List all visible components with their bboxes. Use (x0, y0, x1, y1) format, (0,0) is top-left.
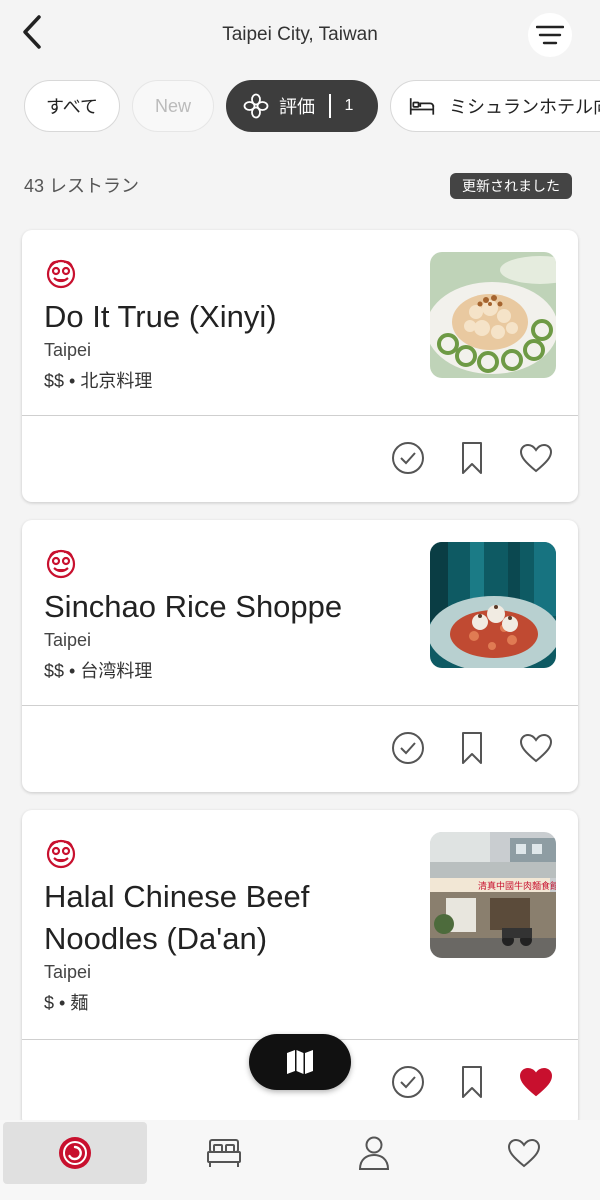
restaurant-price-cuisine: $$ • 台湾料理 (44, 661, 153, 681)
nav-profile[interactable] (302, 1122, 446, 1184)
michelin-bib-icon (46, 549, 76, 579)
heart-filled-icon (519, 1067, 553, 1097)
card-body[interactable]: Sinchao Rice Shoppe Taipei $$ • 台湾料理 (22, 520, 578, 706)
svg-text:清真中國牛肉麵食館: 清真中國牛肉麵食館 (478, 880, 556, 892)
restaurant-photo[interactable] (430, 252, 556, 378)
bookmark-button[interactable] (452, 1062, 492, 1102)
bottom-nav (0, 1120, 600, 1200)
bookmark-icon (462, 442, 482, 474)
map-icon (287, 1050, 313, 1074)
nav-hotels[interactable] (152, 1122, 296, 1184)
restaurant-name: Halal Chinese Beef Noodles (Da'an) (44, 879, 310, 956)
michelin-flower-icon (243, 93, 269, 119)
chip-separator (329, 94, 331, 118)
check-circle-icon (392, 732, 424, 764)
restaurant-price-cuisine: $ • 麺 (44, 993, 89, 1013)
card-body[interactable]: Halal Chinese Beef Noodles (Da'an) Taipe… (22, 810, 578, 1040)
michelin-bib-icon (46, 259, 76, 289)
restaurant-city: Taipei (44, 340, 92, 360)
profile-icon (358, 1136, 390, 1170)
chip-all[interactable]: すべて (24, 80, 120, 132)
restaurant-card[interactable]: Sinchao Rice Shoppe Taipei $$ • 台湾料理 (22, 520, 578, 792)
check-circle-icon (392, 1066, 424, 1098)
bookmark-button[interactable] (452, 438, 492, 478)
restaurant-city: Taipei (44, 962, 92, 982)
restaurant-city: Taipei (44, 630, 92, 650)
card-actions (22, 706, 578, 790)
bookmark-icon (462, 1066, 482, 1098)
michelin-bib-icon (46, 839, 76, 869)
card-actions (22, 416, 578, 500)
card-body[interactable]: Do It True (Xinyi) Taipei $$ • 北京料理 (22, 230, 578, 416)
restaurant-name: Do It True (Xinyi) (44, 299, 277, 334)
restaurant-name: Sinchao Rice Shoppe (44, 589, 343, 624)
check-circle-icon (392, 442, 424, 474)
restaurant-photo[interactable] (430, 542, 556, 668)
chip-rating-label: 評価 (279, 97, 315, 117)
favorite-button[interactable] (516, 438, 556, 478)
favorite-button[interactable] (516, 1062, 556, 1102)
chip-rating-count: 1 (344, 97, 354, 114)
visited-button[interactable] (388, 728, 428, 768)
nav-explore[interactable] (3, 1122, 147, 1184)
chip-hotels-label: ミシュランホテル向 (449, 97, 600, 117)
restaurant-photo[interactable]: 清真中國牛肉麵食館 (430, 832, 556, 958)
map-view-button[interactable] (249, 1034, 351, 1090)
updated-badge: 更新されました (450, 173, 572, 199)
explore-icon (59, 1137, 91, 1169)
filter-button[interactable] (528, 13, 572, 57)
page-title: Taipei City, Taiwan (222, 24, 378, 45)
nav-favorites[interactable] (452, 1122, 596, 1184)
chip-hotels[interactable]: ミシュランホテル向 (390, 80, 600, 132)
chip-new[interactable]: New (132, 80, 214, 132)
header: Taipei City, Taiwan (0, 0, 600, 70)
heart-outline-icon (519, 443, 553, 473)
visited-button[interactable] (388, 438, 428, 478)
visited-button[interactable] (388, 1062, 428, 1102)
bookmark-button[interactable] (452, 728, 492, 768)
restaurant-card[interactable]: Do It True (Xinyi) Taipei $$ • 北京料理 (22, 230, 578, 502)
bookmark-icon (462, 732, 482, 764)
favorite-button[interactable] (516, 728, 556, 768)
results-count: 43 レストラン (24, 176, 140, 196)
favorites-heart-icon (507, 1138, 541, 1168)
hotel-bed-icon (207, 1139, 241, 1167)
filter-lines-icon (536, 25, 564, 45)
filter-chips: すべて New 評価 1 ミシュランホテル向 (24, 80, 600, 134)
restaurant-price-cuisine: $$ • 北京料理 (44, 371, 153, 391)
chip-rating[interactable]: 評価 1 (226, 80, 378, 132)
heart-outline-icon (519, 733, 553, 763)
results-row: 43 レストラン 更新されました (24, 170, 576, 200)
bed-icon (409, 98, 435, 115)
